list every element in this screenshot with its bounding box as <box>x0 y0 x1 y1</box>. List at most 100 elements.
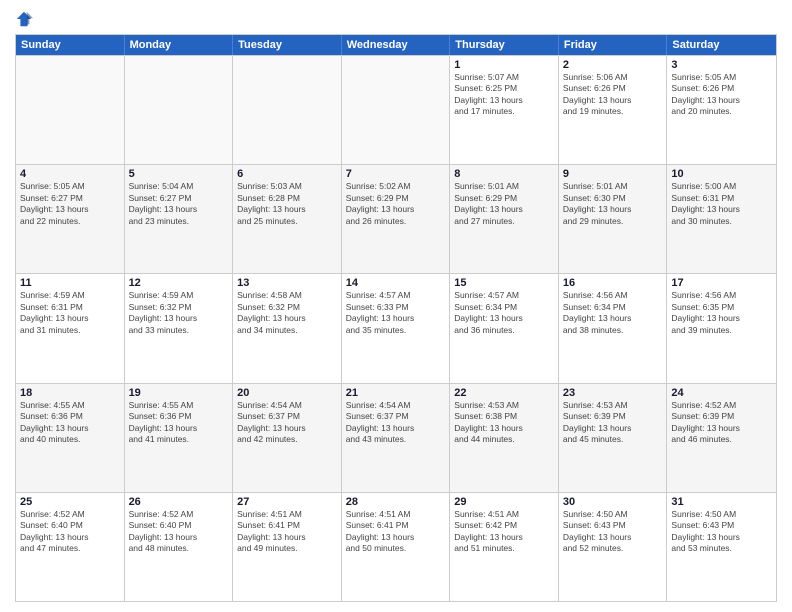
calendar-week-row: 4Sunrise: 5:05 AM Sunset: 6:27 PM Daylig… <box>16 164 776 273</box>
day-info: Sunrise: 5:01 AM Sunset: 6:30 PM Dayligh… <box>563 181 663 227</box>
calendar-header-cell: Thursday <box>450 35 559 55</box>
logo-icon <box>15 10 33 28</box>
day-number: 30 <box>563 496 663 508</box>
calendar-day-cell <box>342 56 451 164</box>
day-number: 1 <box>454 59 554 71</box>
day-info: Sunrise: 4:54 AM Sunset: 6:37 PM Dayligh… <box>346 400 446 446</box>
day-number: 4 <box>20 168 120 180</box>
day-number: 21 <box>346 387 446 399</box>
day-number: 27 <box>237 496 337 508</box>
day-number: 25 <box>20 496 120 508</box>
calendar-day-cell: 3Sunrise: 5:05 AM Sunset: 6:26 PM Daylig… <box>667 56 776 164</box>
day-number: 11 <box>20 277 120 289</box>
calendar-header-cell: Sunday <box>16 35 125 55</box>
day-info: Sunrise: 5:07 AM Sunset: 6:25 PM Dayligh… <box>454 72 554 118</box>
day-info: Sunrise: 4:51 AM Sunset: 6:41 PM Dayligh… <box>346 509 446 555</box>
day-number: 15 <box>454 277 554 289</box>
calendar-day-cell: 11Sunrise: 4:59 AM Sunset: 6:31 PM Dayli… <box>16 274 125 382</box>
calendar-day-cell: 27Sunrise: 4:51 AM Sunset: 6:41 PM Dayli… <box>233 493 342 601</box>
day-number: 17 <box>671 277 772 289</box>
calendar-day-cell: 6Sunrise: 5:03 AM Sunset: 6:28 PM Daylig… <box>233 165 342 273</box>
calendar-day-cell: 30Sunrise: 4:50 AM Sunset: 6:43 PM Dayli… <box>559 493 668 601</box>
day-number: 28 <box>346 496 446 508</box>
day-number: 29 <box>454 496 554 508</box>
day-number: 14 <box>346 277 446 289</box>
calendar-day-cell: 17Sunrise: 4:56 AM Sunset: 6:35 PM Dayli… <box>667 274 776 382</box>
day-info: Sunrise: 5:04 AM Sunset: 6:27 PM Dayligh… <box>129 181 229 227</box>
calendar-day-cell: 10Sunrise: 5:00 AM Sunset: 6:31 PM Dayli… <box>667 165 776 273</box>
day-number: 18 <box>20 387 120 399</box>
calendar-day-cell: 5Sunrise: 5:04 AM Sunset: 6:27 PM Daylig… <box>125 165 234 273</box>
calendar-day-cell: 20Sunrise: 4:54 AM Sunset: 6:37 PM Dayli… <box>233 384 342 492</box>
day-info: Sunrise: 5:05 AM Sunset: 6:27 PM Dayligh… <box>20 181 120 227</box>
calendar-day-cell <box>16 56 125 164</box>
day-info: Sunrise: 5:02 AM Sunset: 6:29 PM Dayligh… <box>346 181 446 227</box>
calendar-header-cell: Monday <box>125 35 234 55</box>
day-info: Sunrise: 4:50 AM Sunset: 6:43 PM Dayligh… <box>671 509 772 555</box>
calendar-day-cell: 24Sunrise: 4:52 AM Sunset: 6:39 PM Dayli… <box>667 384 776 492</box>
day-number: 23 <box>563 387 663 399</box>
day-info: Sunrise: 4:55 AM Sunset: 6:36 PM Dayligh… <box>129 400 229 446</box>
day-number: 12 <box>129 277 229 289</box>
calendar-day-cell: 23Sunrise: 4:53 AM Sunset: 6:39 PM Dayli… <box>559 384 668 492</box>
day-info: Sunrise: 4:53 AM Sunset: 6:39 PM Dayligh… <box>563 400 663 446</box>
calendar-day-cell: 25Sunrise: 4:52 AM Sunset: 6:40 PM Dayli… <box>16 493 125 601</box>
day-info: Sunrise: 5:03 AM Sunset: 6:28 PM Dayligh… <box>237 181 337 227</box>
day-info: Sunrise: 4:51 AM Sunset: 6:41 PM Dayligh… <box>237 509 337 555</box>
day-number: 9 <box>563 168 663 180</box>
calendar-header-cell: Wednesday <box>342 35 451 55</box>
calendar-day-cell <box>233 56 342 164</box>
day-number: 2 <box>563 59 663 71</box>
calendar-day-cell: 13Sunrise: 4:58 AM Sunset: 6:32 PM Dayli… <box>233 274 342 382</box>
calendar-day-cell: 1Sunrise: 5:07 AM Sunset: 6:25 PM Daylig… <box>450 56 559 164</box>
calendar-week-row: 11Sunrise: 4:59 AM Sunset: 6:31 PM Dayli… <box>16 273 776 382</box>
calendar-day-cell: 12Sunrise: 4:59 AM Sunset: 6:32 PM Dayli… <box>125 274 234 382</box>
day-info: Sunrise: 5:06 AM Sunset: 6:26 PM Dayligh… <box>563 72 663 118</box>
day-info: Sunrise: 4:59 AM Sunset: 6:32 PM Dayligh… <box>129 290 229 336</box>
day-number: 5 <box>129 168 229 180</box>
day-number: 19 <box>129 387 229 399</box>
page-container: SundayMondayTuesdayWednesdayThursdayFrid… <box>0 0 792 612</box>
day-number: 16 <box>563 277 663 289</box>
logo <box>15 10 35 28</box>
day-info: Sunrise: 4:58 AM Sunset: 6:32 PM Dayligh… <box>237 290 337 336</box>
calendar-day-cell: 16Sunrise: 4:56 AM Sunset: 6:34 PM Dayli… <box>559 274 668 382</box>
day-number: 31 <box>671 496 772 508</box>
day-number: 13 <box>237 277 337 289</box>
calendar-day-cell: 31Sunrise: 4:50 AM Sunset: 6:43 PM Dayli… <box>667 493 776 601</box>
calendar-day-cell: 28Sunrise: 4:51 AM Sunset: 6:41 PM Dayli… <box>342 493 451 601</box>
day-info: Sunrise: 4:52 AM Sunset: 6:39 PM Dayligh… <box>671 400 772 446</box>
calendar-body: 1Sunrise: 5:07 AM Sunset: 6:25 PM Daylig… <box>16 55 776 601</box>
day-number: 6 <box>237 168 337 180</box>
day-number: 7 <box>346 168 446 180</box>
calendar-header-cell: Saturday <box>667 35 776 55</box>
day-info: Sunrise: 4:52 AM Sunset: 6:40 PM Dayligh… <box>129 509 229 555</box>
day-info: Sunrise: 4:53 AM Sunset: 6:38 PM Dayligh… <box>454 400 554 446</box>
day-info: Sunrise: 4:52 AM Sunset: 6:40 PM Dayligh… <box>20 509 120 555</box>
calendar-day-cell: 19Sunrise: 4:55 AM Sunset: 6:36 PM Dayli… <box>125 384 234 492</box>
day-info: Sunrise: 4:57 AM Sunset: 6:34 PM Dayligh… <box>454 290 554 336</box>
calendar-day-cell: 21Sunrise: 4:54 AM Sunset: 6:37 PM Dayli… <box>342 384 451 492</box>
calendar-week-row: 18Sunrise: 4:55 AM Sunset: 6:36 PM Dayli… <box>16 383 776 492</box>
day-info: Sunrise: 4:55 AM Sunset: 6:36 PM Dayligh… <box>20 400 120 446</box>
calendar-header-cell: Tuesday <box>233 35 342 55</box>
day-info: Sunrise: 4:51 AM Sunset: 6:42 PM Dayligh… <box>454 509 554 555</box>
calendar-day-cell: 18Sunrise: 4:55 AM Sunset: 6:36 PM Dayli… <box>16 384 125 492</box>
calendar-day-cell: 29Sunrise: 4:51 AM Sunset: 6:42 PM Dayli… <box>450 493 559 601</box>
day-number: 3 <box>671 59 772 71</box>
day-info: Sunrise: 4:50 AM Sunset: 6:43 PM Dayligh… <box>563 509 663 555</box>
day-info: Sunrise: 5:00 AM Sunset: 6:31 PM Dayligh… <box>671 181 772 227</box>
calendar-week-row: 1Sunrise: 5:07 AM Sunset: 6:25 PM Daylig… <box>16 55 776 164</box>
calendar-day-cell: 14Sunrise: 4:57 AM Sunset: 6:33 PM Dayli… <box>342 274 451 382</box>
calendar-header-cell: Friday <box>559 35 668 55</box>
calendar-day-cell: 2Sunrise: 5:06 AM Sunset: 6:26 PM Daylig… <box>559 56 668 164</box>
day-info: Sunrise: 4:56 AM Sunset: 6:35 PM Dayligh… <box>671 290 772 336</box>
day-info: Sunrise: 4:57 AM Sunset: 6:33 PM Dayligh… <box>346 290 446 336</box>
calendar-day-cell: 7Sunrise: 5:02 AM Sunset: 6:29 PM Daylig… <box>342 165 451 273</box>
page-header <box>15 10 777 28</box>
day-info: Sunrise: 5:01 AM Sunset: 6:29 PM Dayligh… <box>454 181 554 227</box>
calendar-day-cell: 4Sunrise: 5:05 AM Sunset: 6:27 PM Daylig… <box>16 165 125 273</box>
day-info: Sunrise: 4:59 AM Sunset: 6:31 PM Dayligh… <box>20 290 120 336</box>
calendar-day-cell: 9Sunrise: 5:01 AM Sunset: 6:30 PM Daylig… <box>559 165 668 273</box>
day-number: 8 <box>454 168 554 180</box>
